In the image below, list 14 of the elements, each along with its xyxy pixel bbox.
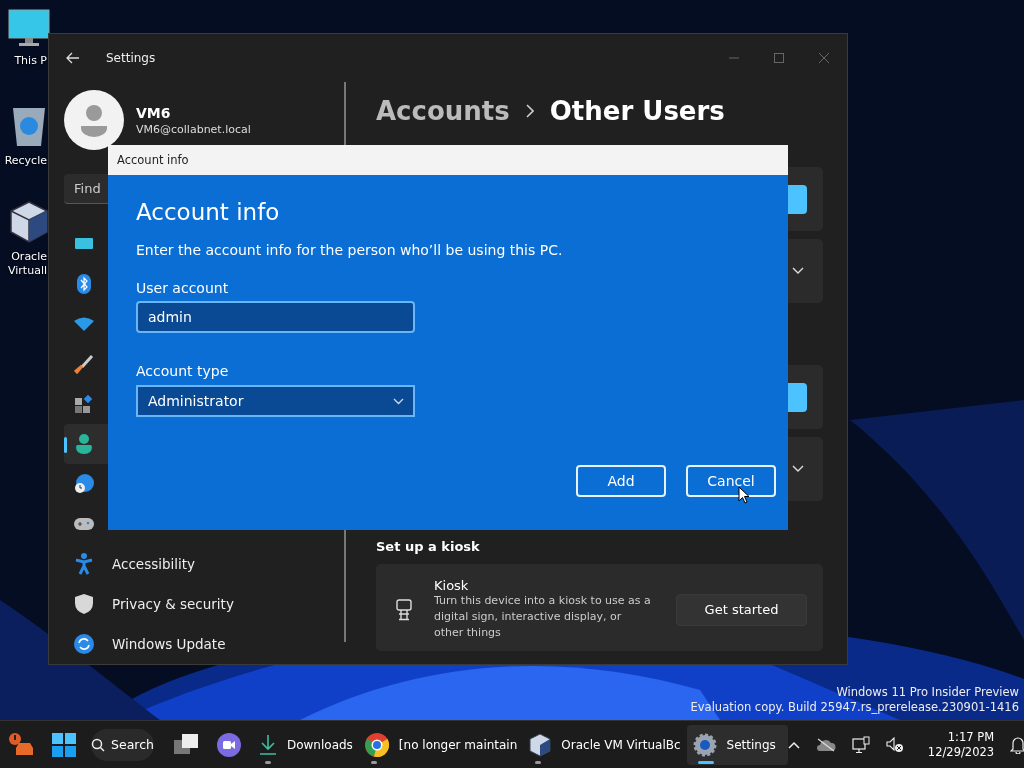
dialog-prompt: Enter the account info for the person who’ll be using this PC. [136, 242, 564, 258]
field-label: User account [136, 280, 230, 296]
user-email: VM6@collabnet.local [136, 122, 251, 136]
dialog-title: Account info [117, 153, 189, 167]
watermark-text: Evaluation copy. Build 25947.rs_prerelease.230901-1416 [690, 700, 1019, 715]
section-heading: Set up a kiosk [376, 539, 481, 554]
dialog-heading: Account info [136, 199, 281, 225]
user-name: VM6 [136, 104, 172, 121]
page-title: Other Users [549, 96, 725, 126]
kiosk-description: Turn this device into a kiosk to use as a digital sign, interactive display, or other things [434, 593, 652, 641]
kiosk-title: Kiosk [434, 578, 470, 593]
field-label: Account type [136, 363, 230, 379]
watermark-text: Windows 11 Pro Insider Preview [836, 685, 1019, 700]
window-title: Settings [106, 51, 156, 65]
